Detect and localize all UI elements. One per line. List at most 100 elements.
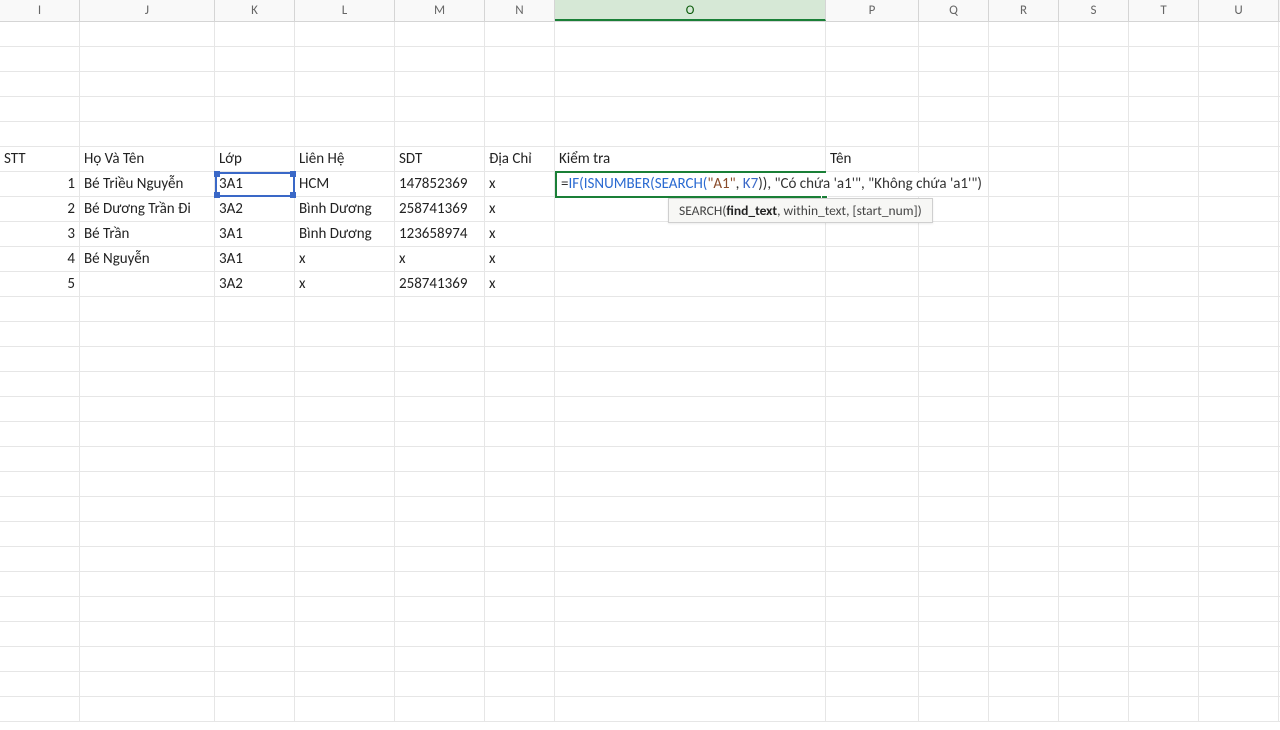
cell-sdt[interactable]: 123658974: [395, 222, 485, 246]
header-hovaten[interactable]: Họ Và Tên: [80, 147, 215, 171]
cell[interactable]: [0, 97, 80, 121]
cell[interactable]: [80, 347, 215, 371]
col-header-I[interactable]: I: [0, 0, 80, 21]
cell-diachi[interactable]: x: [485, 222, 555, 246]
cell-name[interactable]: [80, 272, 215, 296]
cell[interactable]: [395, 497, 485, 521]
cell[interactable]: [1129, 272, 1199, 296]
cell[interactable]: [555, 572, 826, 596]
cell-stt[interactable]: 2: [0, 197, 80, 221]
cell[interactable]: [485, 297, 555, 321]
cell[interactable]: [295, 97, 395, 121]
cell[interactable]: [826, 422, 919, 446]
cell[interactable]: [215, 672, 295, 696]
cell[interactable]: [919, 97, 989, 121]
cell[interactable]: [0, 47, 80, 71]
cell[interactable]: [1059, 697, 1129, 721]
cell[interactable]: [295, 597, 395, 621]
cell[interactable]: [295, 72, 395, 96]
cell[interactable]: [555, 322, 826, 346]
cell[interactable]: [215, 22, 295, 46]
cell[interactable]: [80, 397, 215, 421]
cell-stt[interactable]: 3: [0, 222, 80, 246]
cell[interactable]: [1129, 447, 1199, 471]
cell[interactable]: [1129, 222, 1199, 246]
cell[interactable]: [395, 647, 485, 671]
cell[interactable]: [0, 672, 80, 696]
cell[interactable]: [1129, 47, 1199, 71]
cell[interactable]: [826, 672, 919, 696]
cell-name[interactable]: Bé Dương Trần Đi: [80, 197, 215, 221]
cell[interactable]: [919, 697, 989, 721]
cell[interactable]: [80, 297, 215, 321]
cell[interactable]: [485, 322, 555, 346]
cell[interactable]: [1129, 97, 1199, 121]
cell[interactable]: [0, 447, 80, 471]
cell[interactable]: [395, 397, 485, 421]
cell[interactable]: [555, 97, 826, 121]
cell[interactable]: [826, 272, 919, 296]
col-header-Q[interactable]: Q: [919, 0, 989, 21]
cell[interactable]: [555, 497, 826, 521]
cell[interactable]: [555, 622, 826, 646]
cell[interactable]: [215, 497, 295, 521]
cell[interactable]: [80, 322, 215, 346]
cell[interactable]: [485, 672, 555, 696]
cell[interactable]: [1129, 522, 1199, 546]
cell[interactable]: [919, 422, 989, 446]
cell[interactable]: [395, 297, 485, 321]
cell[interactable]: [295, 447, 395, 471]
cell[interactable]: [295, 297, 395, 321]
cell[interactable]: [215, 322, 295, 346]
cell[interactable]: [395, 97, 485, 121]
cell[interactable]: [555, 72, 826, 96]
cell[interactable]: [826, 622, 919, 646]
cell[interactable]: [1199, 197, 1279, 221]
cell[interactable]: [826, 297, 919, 321]
cell[interactable]: [919, 247, 989, 271]
cell[interactable]: [295, 372, 395, 396]
cell[interactable]: [1129, 547, 1199, 571]
cell[interactable]: [295, 322, 395, 346]
cell[interactable]: [1199, 122, 1279, 146]
cell[interactable]: [1059, 147, 1129, 171]
cell[interactable]: [826, 122, 919, 146]
cell[interactable]: [485, 347, 555, 371]
cell[interactable]: [1199, 297, 1279, 321]
cell[interactable]: [1129, 597, 1199, 621]
cell[interactable]: [1199, 472, 1279, 496]
cell[interactable]: [1059, 272, 1129, 296]
cell[interactable]: [80, 547, 215, 571]
cell-lienhe[interactable]: x: [295, 247, 395, 271]
cell[interactable]: [1129, 147, 1199, 171]
cell[interactable]: [989, 172, 1059, 196]
cell[interactable]: [295, 497, 395, 521]
cell[interactable]: [1129, 172, 1199, 196]
cell[interactable]: [1059, 397, 1129, 421]
cell[interactable]: [555, 422, 826, 446]
cell[interactable]: [1199, 522, 1279, 546]
cell[interactable]: [485, 72, 555, 96]
cell[interactable]: [989, 222, 1059, 246]
cell[interactable]: [989, 147, 1059, 171]
cell[interactable]: [919, 672, 989, 696]
cell[interactable]: [80, 597, 215, 621]
cell[interactable]: [1059, 622, 1129, 646]
cell[interactable]: [0, 422, 80, 446]
cell[interactable]: [295, 522, 395, 546]
header-stt[interactable]: STT: [0, 147, 80, 171]
cell[interactable]: [295, 22, 395, 46]
cell[interactable]: [80, 522, 215, 546]
cell-sdt[interactable]: x: [395, 247, 485, 271]
cell[interactable]: [295, 47, 395, 71]
cell[interactable]: [989, 472, 1059, 496]
cell[interactable]: [0, 397, 80, 421]
cell[interactable]: [395, 322, 485, 346]
cell[interactable]: [1129, 422, 1199, 446]
cell[interactable]: [395, 572, 485, 596]
cell[interactable]: [0, 297, 80, 321]
cell[interactable]: [80, 472, 215, 496]
cell[interactable]: [485, 97, 555, 121]
col-header-P[interactable]: P: [826, 0, 919, 21]
cell[interactable]: [555, 472, 826, 496]
